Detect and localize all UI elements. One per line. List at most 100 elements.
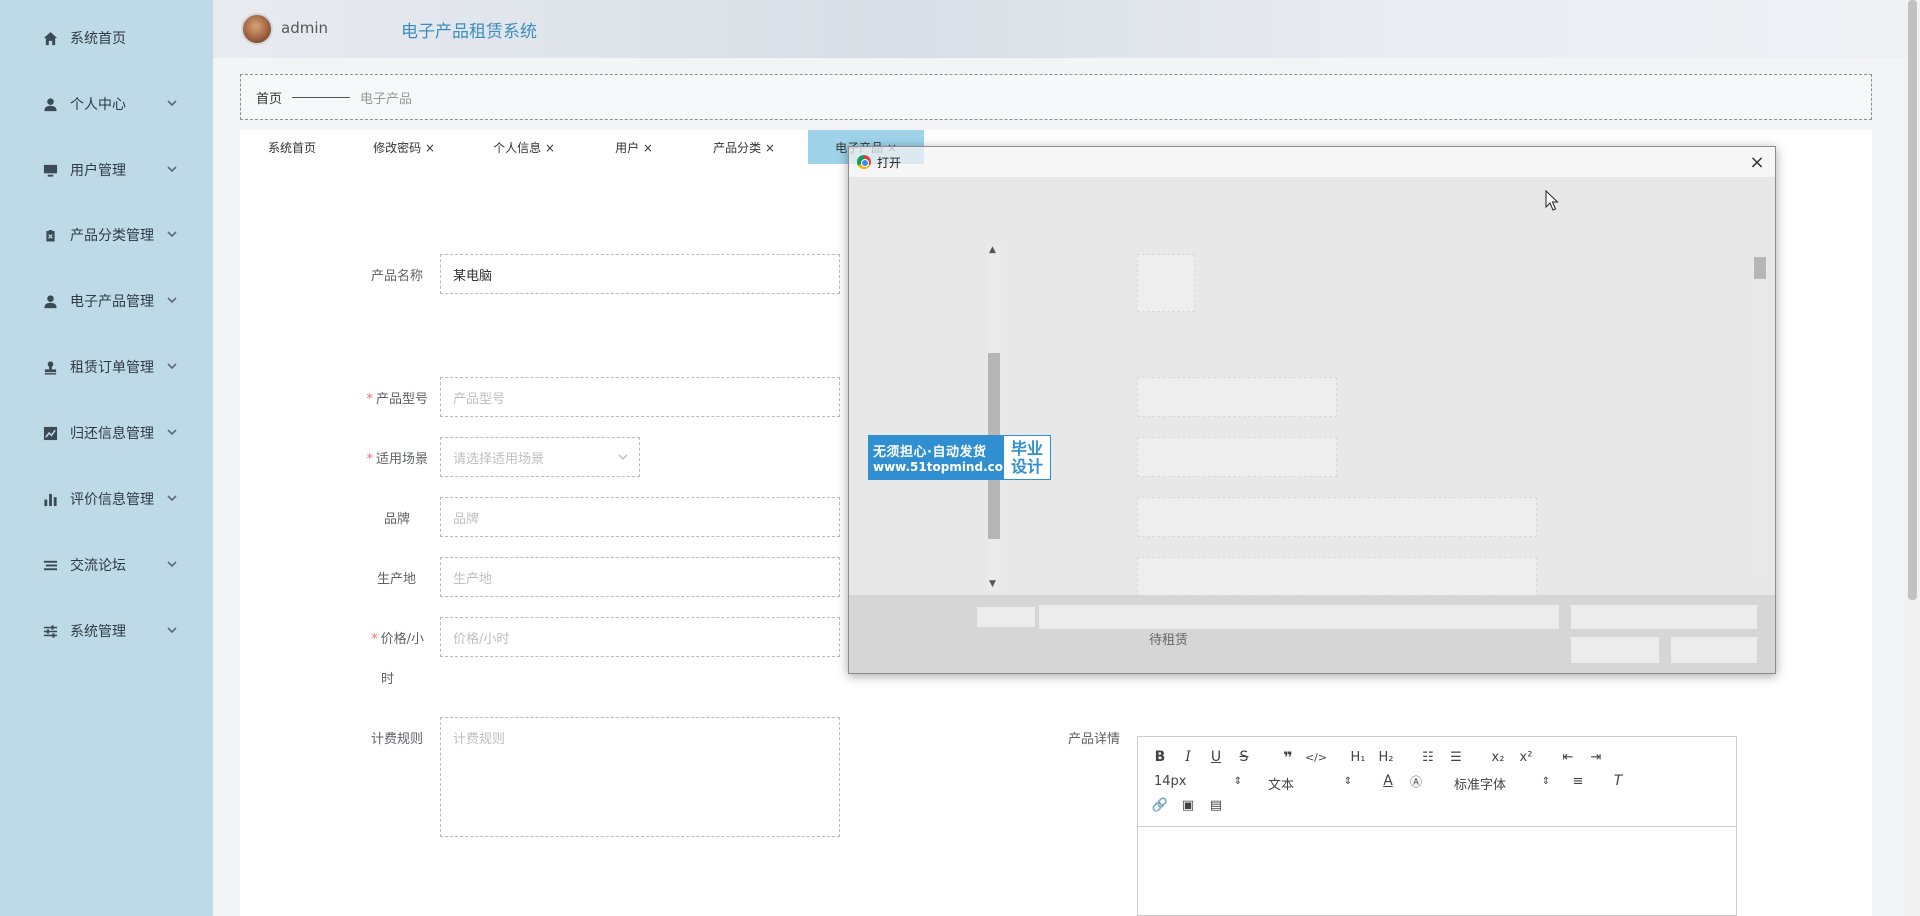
- username[interactable]: admin: [281, 19, 328, 37]
- sidebar-item-label: 评价信息管理: [70, 492, 154, 508]
- close-button[interactable]: ×: [1745, 150, 1769, 174]
- font-color-icon[interactable]: A: [1378, 771, 1398, 791]
- sidebar-item-label: 系统管理: [70, 624, 126, 640]
- text-type-select[interactable]: 文本: [1268, 774, 1294, 793]
- chevron-down-icon: [166, 97, 180, 111]
- page-scrollbar[interactable]: [1905, 0, 1920, 916]
- sidebar-item-user-management[interactable]: 用户管理: [0, 150, 213, 190]
- quote-icon[interactable]: ❞: [1278, 747, 1298, 767]
- watermark-right-top: 毕业: [1010, 438, 1043, 458]
- updown-icon: ⇕: [1343, 775, 1353, 787]
- font-family-select[interactable]: 标准字体: [1454, 774, 1506, 793]
- origin-placeholder: 生产地: [453, 571, 493, 587]
- heading1-icon[interactable]: H₁: [1348, 747, 1368, 767]
- strikethrough-icon[interactable]: S: [1234, 747, 1254, 767]
- tab-user[interactable]: 用户 ×: [584, 130, 684, 164]
- breadcrumb-home[interactable]: 首页: [256, 88, 282, 107]
- cancel-button[interactable]: [1671, 637, 1757, 663]
- clear-format-icon[interactable]: T: [1608, 771, 1628, 791]
- sidebar-item-personal-center[interactable]: 个人中心: [0, 84, 213, 124]
- italic-icon[interactable]: I: [1178, 747, 1198, 767]
- product-model-placeholder: 产品型号: [453, 391, 506, 407]
- indent-icon[interactable]: ⇥: [1586, 747, 1606, 767]
- chevron-down-icon: [166, 163, 180, 177]
- code-icon[interactable]: </>: [1305, 747, 1327, 767]
- price-label: * 价格/小: [371, 632, 424, 647]
- scroll-up-icon[interactable]: ▲: [989, 245, 996, 255]
- text-type-value: 文本: [1268, 778, 1295, 793]
- chevron-down-icon: [166, 558, 180, 572]
- dialog-title: 打开: [877, 156, 902, 170]
- sidebar-item-label: 个人中心: [70, 97, 126, 113]
- open-button[interactable]: [1571, 637, 1659, 663]
- bullet-list-icon[interactable]: ☰: [1446, 747, 1466, 767]
- product-name-input[interactable]: 某电脑: [440, 254, 840, 294]
- sidebar-item-label: 租赁订单管理: [70, 360, 154, 376]
- sidebar-item-product-management[interactable]: 电子产品管理: [0, 281, 213, 321]
- line-chart-icon: [42, 425, 58, 441]
- avatar[interactable]: [241, 13, 273, 45]
- background-color-icon[interactable]: Ⓐ: [1406, 771, 1426, 791]
- bar-chart-icon: [42, 491, 58, 507]
- brand-label: 品牌: [383, 512, 410, 527]
- billing-textarea[interactable]: 计费规则: [440, 717, 840, 837]
- monitor-icon: [42, 162, 58, 178]
- sidebar-item-review-management[interactable]: 评价信息管理: [0, 479, 213, 519]
- font-size-select[interactable]: 14px: [1154, 774, 1187, 789]
- sidebar-item-home[interactable]: 系统首页: [0, 18, 213, 58]
- sidebar-item-label: 系统首页: [70, 31, 126, 47]
- page-scrollbar-thumb[interactable]: [1908, 0, 1917, 600]
- editor-toolbar: B I U S ❞ </> H₁ H₂ ☷ ☰ x₂ x² ⇤ ⇥ 14px ⇕…: [1138, 737, 1736, 827]
- subscript-icon[interactable]: x₂: [1488, 747, 1508, 767]
- sidebar-item-forum[interactable]: 交流论坛: [0, 545, 213, 585]
- filename-input[interactable]: [1039, 605, 1559, 629]
- link-icon[interactable]: 🔗: [1150, 795, 1170, 815]
- user-icon: [42, 293, 58, 309]
- filename-label: [977, 607, 1035, 627]
- align-icon[interactable]: ≡: [1568, 771, 1588, 791]
- underline-icon[interactable]: U: [1206, 747, 1226, 767]
- file-list-scrollbar[interactable]: [1753, 257, 1767, 575]
- ordered-list-icon[interactable]: ☷: [1418, 747, 1438, 767]
- tab-change-password[interactable]: 修改密码 ×: [344, 130, 464, 164]
- file-type-select[interactable]: [1571, 605, 1757, 629]
- scene-label: * 适用场景: [366, 452, 428, 467]
- mouse-cursor-icon: [1545, 190, 1559, 211]
- sidebar-item-category-management[interactable]: 产品分类管理: [0, 215, 213, 255]
- dialog-footer: 待租赁: [849, 595, 1775, 673]
- user-icon: [42, 96, 58, 112]
- outdent-icon[interactable]: ⇤: [1558, 747, 1578, 767]
- heading2-icon[interactable]: H₂: [1376, 747, 1396, 767]
- folder-tree-scrollbar[interactable]: ▲ ▼: [987, 243, 1001, 591]
- bold-icon[interactable]: B: [1150, 747, 1170, 767]
- scene-label-text: 适用场景: [375, 452, 428, 467]
- chrome-icon: [857, 155, 871, 169]
- chevron-down-icon: [166, 426, 180, 440]
- scrollbar-thumb[interactable]: [1754, 257, 1766, 279]
- scene-select[interactable]: 请选择适用场景: [440, 437, 640, 477]
- list-icon: [42, 557, 58, 573]
- sidebar-item-label: 产品分类管理: [70, 228, 154, 244]
- price-input[interactable]: 价格/小时: [440, 617, 840, 657]
- image-icon[interactable]: ▣: [1178, 795, 1198, 815]
- rich-text-editor[interactable]: B I U S ❞ </> H₁ H₂ ☷ ☰ x₂ x² ⇤ ⇥ 14px ⇕…: [1137, 736, 1737, 916]
- stamp-icon: [42, 359, 58, 375]
- sidebar-item-system-management[interactable]: 系统管理: [0, 611, 213, 651]
- sidebar-item-return-management[interactable]: 归还信息管理: [0, 413, 213, 453]
- tab-personal-info[interactable]: 个人信息 ×: [464, 130, 584, 164]
- tab-home[interactable]: 系统首页: [240, 130, 344, 164]
- watermark-line2: www.51topmind.com: [873, 460, 1016, 474]
- scroll-down-icon[interactable]: ▼: [989, 579, 996, 589]
- chevron-down-icon: [166, 492, 180, 506]
- superscript-icon[interactable]: x²: [1516, 747, 1536, 767]
- product-model-input[interactable]: 产品型号: [440, 377, 840, 417]
- tab-product-category[interactable]: 产品分类 ×: [684, 130, 804, 164]
- sidebar: 系统首页 个人中心 用户管理 产品分类管理 电子产品管理 租赁订单管理 归还信息…: [0, 0, 213, 916]
- scene-placeholder: 请选择适用场景: [453, 451, 545, 467]
- sidebar-item-order-management[interactable]: 租赁订单管理: [0, 347, 213, 387]
- brand-input[interactable]: 品牌: [440, 497, 840, 537]
- video-icon[interactable]: ▤: [1206, 795, 1226, 815]
- price-placeholder: 价格/小时: [453, 631, 510, 647]
- origin-input[interactable]: 生产地: [440, 557, 840, 597]
- updown-icon: ⇕: [1541, 775, 1551, 787]
